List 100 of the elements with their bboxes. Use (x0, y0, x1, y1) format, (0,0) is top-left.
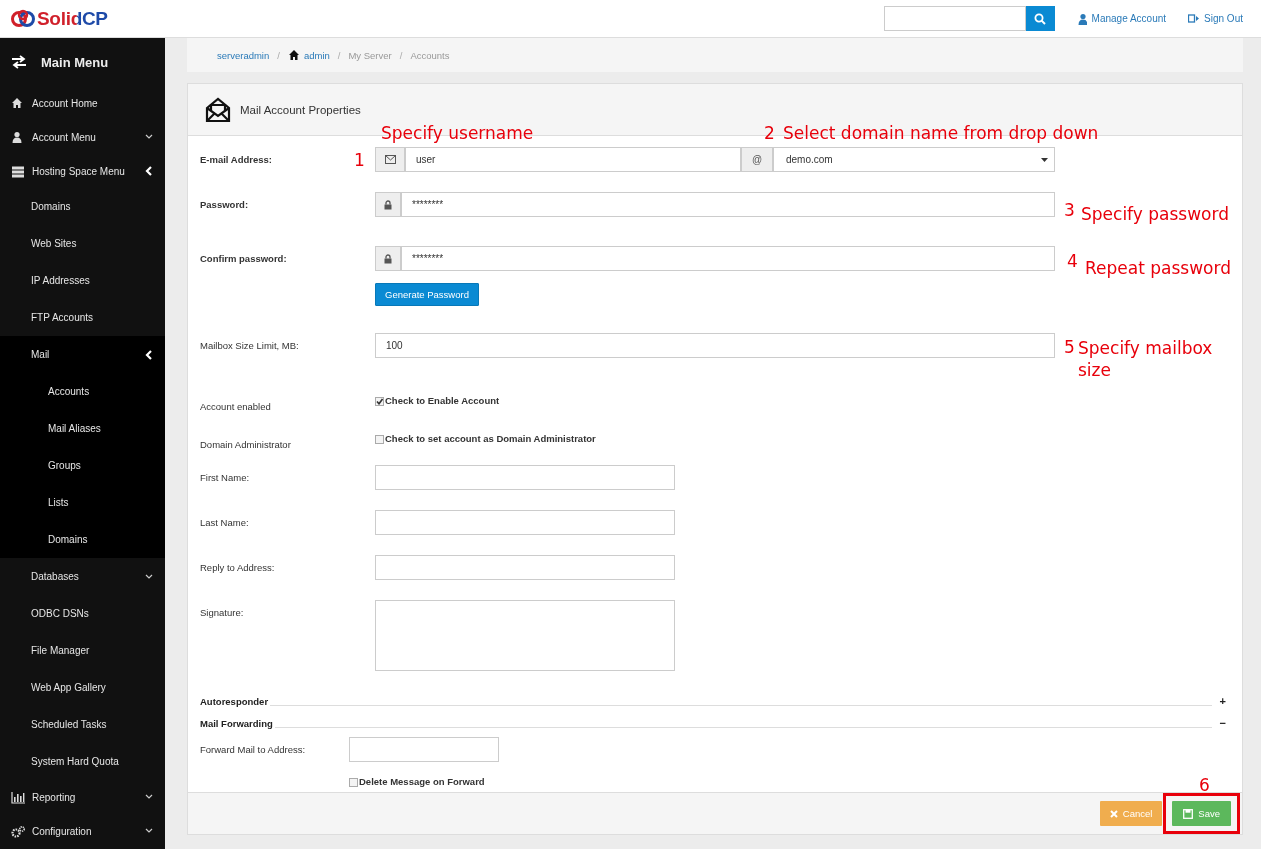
menu-item[interactable]: Groups (0, 447, 165, 484)
chevron-left-icon (145, 166, 153, 176)
annotation-text: Specify mailbox size (1078, 337, 1214, 381)
step-number: 1 (354, 149, 365, 171)
field-label: Mailbox Size Limit, MB: (200, 340, 299, 351)
breadcrumb-separator: / (277, 49, 280, 61)
menu-item[interactable]: Domains (0, 188, 165, 225)
field-label: Domain Administrator (200, 439, 291, 450)
breadcrumb-item: Accounts (410, 49, 450, 61)
step-number: 6 (1199, 774, 1210, 796)
field-label: Reply to Address: (200, 562, 275, 573)
section-title[interactable]: Autoresponder (200, 696, 269, 707)
check-mark-icon (376, 397, 383, 405)
search-field[interactable] (883, 6, 1026, 31)
chevron-down-icon (145, 828, 153, 834)
chevron-down-icon (145, 573, 153, 580)
menu-item[interactable]: Configuration (0, 814, 165, 848)
generate-password-button[interactable]: Generate Password (375, 283, 479, 306)
breadcrumb-separator: / (337, 49, 341, 61)
annotation-text: Specify password (1081, 203, 1229, 225)
field-label: First Name: (200, 472, 250, 483)
expand-toggle[interactable]: + (1216, 695, 1226, 707)
text-field[interactable] (349, 737, 499, 762)
search-button[interactable] (1025, 6, 1055, 31)
caret-down-icon (1041, 157, 1048, 162)
panel-title: Mail Account Properties (240, 103, 361, 116)
checkbox-label: Check to Enable Account (385, 395, 500, 407)
section-title[interactable]: Mail Forwarding (200, 718, 273, 729)
chevron-down-icon (145, 794, 153, 800)
field-label: Signature: (200, 607, 244, 618)
menu-item[interactable]: System Hard Quota (0, 743, 165, 780)
chart-icon (11, 790, 25, 804)
swap-arrows-icon (11, 55, 27, 69)
field-label: Confirm password: (200, 253, 287, 264)
menu-item[interactable]: Accounts (0, 373, 165, 410)
checkbox[interactable] (375, 396, 384, 406)
password-field[interactable]: ******** (401, 246, 1055, 271)
annotation-text: Specify username (381, 122, 534, 144)
text-field[interactable] (375, 555, 675, 580)
menu-item[interactable]: Web Sites (0, 225, 165, 262)
open-envelope-icon (205, 96, 231, 123)
chevron-down-icon (145, 134, 153, 140)
chain-links-icon (10, 7, 36, 30)
user-icon (1076, 12, 1087, 25)
menu-item[interactable]: Account Menu (0, 120, 165, 154)
breadcrumb-item[interactable]: serveradmin (217, 49, 270, 61)
menu-item[interactable]: Databases (0, 558, 165, 595)
step-number: 5 (1064, 336, 1075, 358)
text-field[interactable]: 100 (375, 333, 1055, 358)
lock-icon (384, 253, 392, 264)
annotation-text: Select domain name from drop down (783, 122, 1099, 144)
gears-icon (11, 824, 25, 838)
menu-item[interactable]: FTP Accounts (0, 299, 165, 336)
field-label: Password: (200, 199, 249, 210)
checkbox[interactable] (375, 434, 384, 444)
signature-field[interactable] (375, 600, 675, 671)
menu-item[interactable]: Hosting Space Menu (0, 154, 165, 188)
menu-item[interactable]: Reporting (0, 780, 165, 814)
menu-item[interactable]: Mail Aliases (0, 410, 165, 447)
field-label: E-mail Address: (200, 154, 272, 165)
field-label: Last Name: (200, 517, 249, 528)
text-field[interactable] (375, 510, 675, 535)
breadcrumb-item[interactable]: admin (303, 49, 330, 61)
house-icon (11, 96, 25, 110)
field-label: Account enabled (200, 401, 271, 412)
step-number: 2 (764, 122, 775, 144)
menu-item[interactable]: Scheduled Tasks (0, 706, 165, 743)
at-sign-addon: @ (741, 147, 773, 172)
password-field[interactable]: ******** (401, 192, 1055, 217)
menu-item[interactable]: Web App Gallery (0, 669, 165, 706)
exit-icon (1188, 13, 1200, 24)
text-field[interactable] (375, 465, 675, 490)
step-number: 4 (1067, 250, 1078, 272)
envelope-icon (384, 155, 396, 164)
breadcrumb-item: My Server (348, 49, 392, 61)
checkbox-label: Check to set account as Domain Administrator (385, 433, 596, 445)
manage-account-link[interactable]: Manage Account (1076, 12, 1167, 25)
lock-icon (384, 199, 392, 210)
username-field[interactable]: user (405, 147, 741, 172)
field-label: Forward Mail to Address: (200, 744, 306, 755)
domain-dropdown[interactable]: demo.com (773, 147, 1055, 172)
collapse-toggle[interactable]: − (1216, 717, 1226, 729)
checkbox[interactable] (349, 777, 358, 787)
menu-item[interactable]: Account Home (0, 86, 165, 120)
home-icon (287, 49, 300, 61)
menu-item[interactable]: Mail (0, 336, 165, 373)
menu-item[interactable]: ODBC DSNs (0, 595, 165, 632)
menu-item[interactable]: File Manager (0, 632, 165, 669)
close-icon (1109, 809, 1118, 818)
sign-out-link[interactable]: Sign Out (1188, 13, 1243, 24)
menu-item[interactable]: Domains (0, 521, 165, 558)
breadcrumb-separator: / (399, 49, 403, 61)
checkbox-label: Delete Message on Forward (359, 776, 485, 788)
annotation-text: Repeat password (1085, 257, 1231, 279)
step-number: 3 (1064, 199, 1075, 221)
chevron-left-icon (145, 349, 153, 360)
menu-item[interactable]: Lists (0, 484, 165, 521)
menu-title: Main Menu (41, 54, 109, 70)
menu-item[interactable]: IP Addresses (0, 262, 165, 299)
search-icon (1034, 12, 1047, 25)
